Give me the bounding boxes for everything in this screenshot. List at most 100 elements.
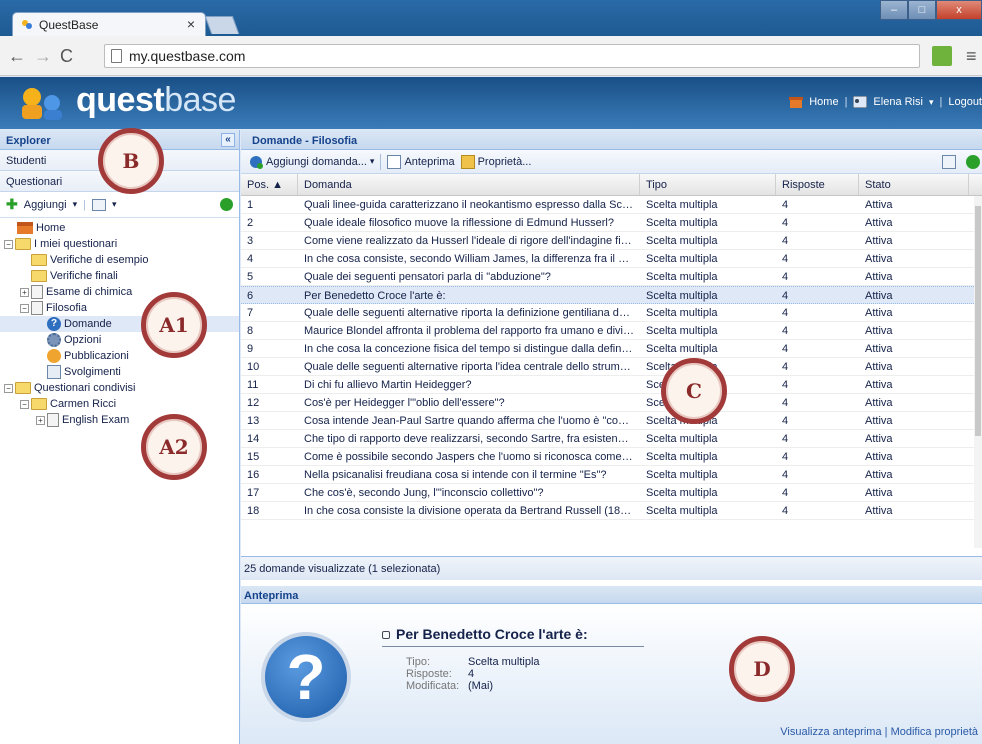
column-header-tipo[interactable]: Tipo — [640, 174, 776, 195]
maximize-button[interactable]: □ — [908, 0, 936, 20]
browser-titlebar: QuestBase × – □ x — [0, 0, 982, 36]
cell-stato: Attiva — [865, 469, 893, 481]
tree-node-esame-chimica[interactable]: + Esame di chimica — [0, 284, 239, 300]
questions-panel: Domande - Filosofia Aggiungi domanda... … — [241, 130, 982, 586]
column-header-risposte[interactable]: Risposte — [776, 174, 859, 195]
export-icon[interactable] — [942, 155, 956, 169]
cell-pos: 15 — [247, 451, 260, 463]
cell-tipo: Scelta multipla — [646, 271, 718, 283]
preview-panel-title: Anteprima — [241, 586, 982, 604]
questionnaire-icon — [47, 413, 59, 427]
table-row[interactable]: 17 Che cos'è, secondo Jung, l'"inconscio … — [241, 484, 982, 502]
user-menu-chevron-icon[interactable]: ▾ — [929, 97, 934, 108]
browser-tab[interactable]: QuestBase × — [12, 12, 206, 36]
collapse-node-icon[interactable]: − — [20, 399, 29, 409]
cell-stato: Attiva — [865, 217, 893, 229]
browser-menu-icon[interactable]: ≡ — [966, 46, 977, 67]
reload-icon[interactable]: C — [60, 46, 73, 67]
forward-icon[interactable]: → — [34, 46, 52, 67]
table-row[interactable]: 5 Quale dei seguenti pensatori parla di "… — [241, 268, 982, 286]
tree-node-svolgimenti[interactable]: Svolgimenti — [0, 364, 239, 380]
tree-node-english-exam[interactable]: + English Exam — [0, 412, 239, 428]
tab-close-icon[interactable]: × — [187, 16, 195, 32]
table-row[interactable]: 1 Quali linee-guida caratterizzano il neo… — [241, 196, 982, 214]
questionnaire-icon — [31, 285, 43, 299]
table-row[interactable]: 2 Quale ideale filosofico muove la rifles… — [241, 214, 982, 232]
table-row[interactable]: 6 Per Benedetto Croce l'arte è: Scelta mul… — [241, 286, 982, 304]
cell-domanda: Per Benedetto Croce l'arte è: — [304, 290, 446, 302]
expand-node-icon[interactable]: + — [20, 287, 29, 297]
table-row[interactable]: 14 Che tipo di rapporto deve realizzarsi,… — [241, 430, 982, 448]
tree-node-my-questionnaires[interactable]: − I miei questionari — [0, 236, 239, 252]
column-header-stato[interactable]: Stato — [859, 174, 969, 195]
cell-domanda: In che cosa la concezione fisica del tem… — [304, 343, 640, 355]
cell-tipo: Scelta multipla — [646, 469, 718, 481]
back-icon[interactable]: ← — [8, 46, 26, 67]
edit-properties-link[interactable]: Modifica proprietà — [891, 726, 978, 738]
minimize-button[interactable]: – — [880, 0, 908, 20]
grid-scrollbar[interactable] — [974, 196, 982, 548]
cell-tipo: Scelta multipla — [646, 451, 718, 463]
address-bar[interactable]: my.questbase.com — [104, 44, 920, 68]
cell-domanda: Di chi fu allievo Martin Heidegger? — [304, 379, 472, 391]
logout-link[interactable]: Logout — [948, 96, 982, 108]
cell-tipo: Scelta multipla — [646, 217, 718, 229]
close-window-button[interactable]: x — [936, 0, 982, 20]
cell-tipo: Scelta multipla — [646, 253, 718, 265]
tree-node-shared[interactable]: − Questionari condivisi — [0, 380, 239, 396]
properties-button[interactable]: Proprietà... — [460, 154, 531, 169]
home-link[interactable]: Home — [809, 96, 838, 108]
tree-node-home[interactable]: Home — [0, 220, 239, 236]
add-dropdown-icon[interactable]: ▾ — [73, 199, 78, 210]
table-row[interactable]: 18 In che cosa consiste la divisione oper… — [241, 502, 982, 520]
cell-risposte: 4 — [782, 253, 789, 265]
question-bullet-icon — [382, 631, 390, 639]
table-row[interactable]: 3 Come viene realizzato da Husserl l'idea… — [241, 232, 982, 250]
table-row[interactable]: 11Di chi fu allievo Martin Heidegger?Sce… — [241, 376, 982, 394]
cell-risposte: 4 — [782, 433, 789, 445]
table-row[interactable]: 7 Quale delle seguenti alternative riport… — [241, 304, 982, 322]
table-row[interactable]: 13 Cosa intende Jean-Paul Sartre quando a… — [241, 412, 982, 430]
app-logo[interactable]: questbase — [76, 81, 236, 120]
cell-risposte: 4 — [782, 361, 789, 373]
cell-tipo: Scelta multipla — [646, 199, 718, 211]
table-row[interactable]: 4 In che cosa consiste, secondo William J… — [241, 250, 982, 268]
cell-domanda: Che tipo di rapporto deve realizzarsi, s… — [304, 433, 640, 445]
view-options-icon[interactable] — [91, 198, 106, 211]
column-header-domanda[interactable]: Domanda — [298, 174, 640, 195]
table-row[interactable]: 12 Cos'è per Heidegger l'"oblio dell'esse… — [241, 394, 982, 412]
grid-status: 25 domande visualizzate (1 selezionata) — [241, 556, 982, 580]
view-options-chevron-icon[interactable]: ▾ — [112, 199, 117, 210]
preview-button[interactable]: Anteprima — [387, 154, 455, 169]
tree-node-carmen-ricci[interactable]: − Carmen Ricci — [0, 396, 239, 412]
collapse-node-icon[interactable]: − — [4, 239, 13, 249]
tree-node-verifiche-esempio[interactable]: Verifiche di esempio — [0, 252, 239, 268]
add-button[interactable]: Aggiungi — [24, 199, 67, 211]
folder-icon — [15, 382, 31, 394]
user-link[interactable]: Elena Risi — [873, 96, 923, 108]
new-tab-button[interactable] — [204, 16, 240, 34]
extension-icon[interactable] — [932, 46, 952, 66]
table-row[interactable]: 8 Maurice Blondel affronta il problema de… — [241, 322, 982, 340]
collapse-node-icon[interactable]: − — [20, 303, 29, 313]
refresh-icon[interactable] — [220, 198, 233, 211]
refresh-icon[interactable] — [966, 155, 980, 169]
table-row[interactable]: 10 Quale delle seguenti alternative ripor… — [241, 358, 982, 376]
expand-node-icon[interactable]: + — [36, 415, 45, 425]
column-header-pos[interactable]: Pos. ▲ — [241, 174, 298, 195]
table-row[interactable]: 9 In che cosa la concezione fisica del te… — [241, 340, 982, 358]
collapse-panel-button[interactable]: « — [221, 133, 235, 147]
tree-node-pubblicazioni[interactable]: Pubblicazioni — [0, 348, 239, 364]
gear-icon — [47, 333, 61, 347]
cell-stato: Attiva — [865, 415, 893, 427]
table-row[interactable]: 15 Come è possibile secondo Jaspers che l… — [241, 448, 982, 466]
table-row[interactable]: 16 Nella psicanalisi freudiana cosa si in… — [241, 466, 982, 484]
tree-node-verifiche-finali[interactable]: Verifiche finali — [0, 268, 239, 284]
view-preview-link[interactable]: Visualizza anteprima — [780, 726, 881, 738]
collapse-node-icon[interactable]: − — [4, 383, 13, 393]
add-question-chevron-icon[interactable]: ▾ — [370, 156, 375, 167]
add-question-button[interactable]: Aggiungi domanda... ▾ — [249, 155, 374, 169]
explorer-title: Explorer — [6, 135, 51, 147]
grid-header: Pos. ▲ Domanda Tipo Risposte Stato — [241, 174, 982, 196]
scrollbar-thumb[interactable] — [975, 206, 981, 436]
